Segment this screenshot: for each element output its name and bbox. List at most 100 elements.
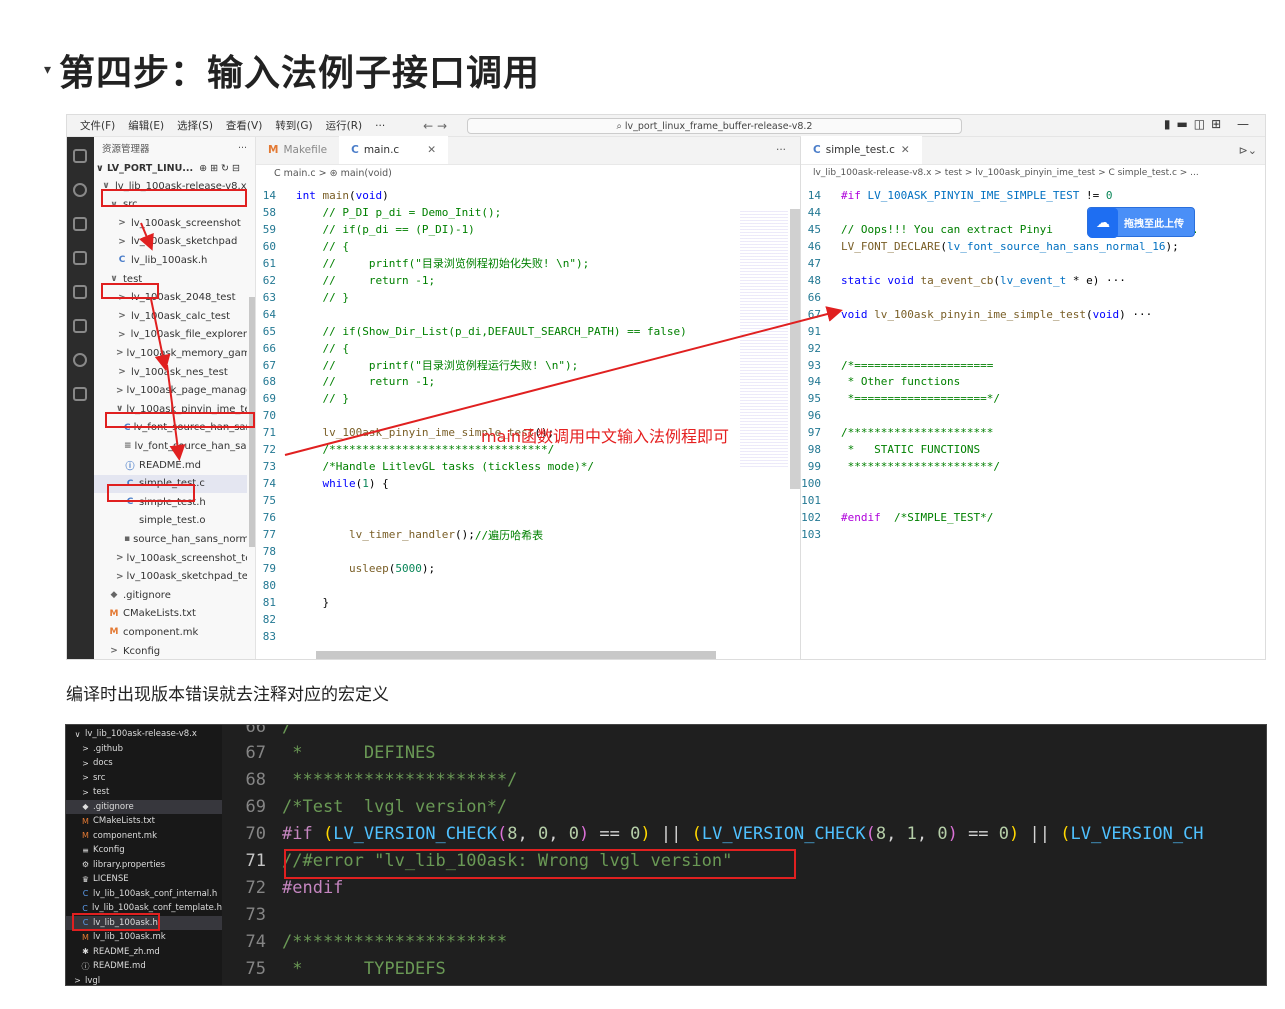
code-token: ( bbox=[865, 824, 876, 845]
code-token: *********************/ bbox=[282, 770, 518, 791]
file-type-icon: M bbox=[82, 816, 89, 826]
collapse-triangle-icon[interactable]: ▾ bbox=[44, 62, 51, 78]
code-token: ) bbox=[640, 824, 651, 845]
code-token: ) bbox=[947, 824, 958, 845]
code-token: || bbox=[650, 824, 692, 845]
file-type-icon: ⓘ bbox=[81, 961, 90, 971]
tree-item[interactable]: ✱ README_zh.md bbox=[66, 945, 222, 960]
code-token: 0 bbox=[537, 824, 549, 845]
file-type-icon: > bbox=[82, 744, 89, 754]
code-line[interactable]: 67 * DEFINES bbox=[222, 740, 436, 767]
code-token: 8 bbox=[507, 824, 518, 845]
code-token: 0 bbox=[937, 824, 948, 845]
code-token: , bbox=[548, 824, 569, 845]
code-token: , bbox=[517, 824, 538, 845]
tree-item-label: lv_lib_100ask-release-v8.x bbox=[85, 729, 197, 740]
code-token: ) bbox=[1009, 824, 1020, 845]
tree-item[interactable]: ⓘ README.md bbox=[66, 959, 222, 974]
highlight-header-file bbox=[72, 913, 160, 931]
line-number: 70 bbox=[245, 824, 266, 845]
tree-item[interactable]: ∨ lv_lib_100ask-release-v8.x bbox=[66, 727, 222, 742]
line-number: 66 bbox=[245, 724, 266, 737]
tree-item-label: README.md bbox=[93, 961, 146, 972]
tree-item-label: Kconfig bbox=[93, 845, 125, 856]
heading-text: 第四步：输入法例子接口调用 bbox=[59, 53, 541, 94]
file-type-icon: ≡ bbox=[82, 845, 89, 855]
tree-item[interactable]: ◆ .gitignore bbox=[66, 799, 222, 814]
tree-item[interactable]: ♛ LICENSE bbox=[66, 872, 222, 887]
annotation-arrows bbox=[139, 222, 843, 461]
tree-item-label: library.properties bbox=[93, 859, 166, 870]
code-token: ( bbox=[322, 824, 334, 845]
code-token: ( bbox=[691, 824, 702, 845]
code-line[interactable]: 75 * TYPEDEFS bbox=[222, 955, 446, 982]
line-number: 72 bbox=[245, 877, 266, 898]
tree-item-label: docs bbox=[93, 758, 113, 769]
highlight-error-line bbox=[284, 849, 796, 879]
code-token: , bbox=[916, 824, 938, 845]
tree-item[interactable]: > .github bbox=[66, 742, 222, 757]
code-token: == bbox=[589, 824, 631, 845]
tree-item-label: test bbox=[93, 787, 110, 798]
code-token: #endif bbox=[282, 877, 344, 898]
code-token: , bbox=[886, 824, 907, 845]
file-type-icon: ◆ bbox=[82, 802, 89, 812]
tree-item[interactable]: > lvgl bbox=[66, 974, 222, 985]
tree-item[interactable]: M CMakeLists.txt bbox=[66, 814, 222, 829]
tree-item[interactable]: > test bbox=[66, 785, 222, 800]
code-token: 0 bbox=[630, 824, 641, 845]
code-token: LV_VERSION_CHECK bbox=[701, 824, 866, 845]
line-number: 69 bbox=[245, 797, 266, 818]
code-line[interactable]: 70 #if (LV_VERSION_CHECK(8, 0, 0) == 0) |… bbox=[222, 821, 1204, 848]
code-line[interactable]: 73 bbox=[222, 901, 282, 928]
file-type-icon: > bbox=[82, 773, 89, 783]
code-token: #if bbox=[282, 824, 323, 845]
line-number: 74 bbox=[245, 931, 266, 952]
file-tree-dark: ∨ lv_lib_100ask-release-v8.x > .github > docs… bbox=[66, 725, 222, 985]
line-number: 75 bbox=[245, 958, 266, 979]
code-token: 0 bbox=[998, 824, 1010, 845]
annotation-text: main函数调用中文输入法例程即可 bbox=[481, 427, 729, 446]
file-type-icon: > bbox=[82, 758, 89, 768]
code-token: 8 bbox=[875, 824, 887, 845]
line-number: 67 bbox=[245, 743, 266, 764]
section-heading: ▾ 第四步：输入法例子接口调用 bbox=[44, 40, 540, 100]
file-type-icon: ✱ bbox=[82, 947, 89, 957]
tree-item[interactable]: Mlv_lib_100ask.mk bbox=[66, 930, 222, 945]
caption-text: 编译时出现版本错误就去注释对应的宏定义 bbox=[66, 685, 389, 705]
tree-item-label: .github bbox=[93, 743, 123, 754]
file-type-icon: M bbox=[82, 932, 89, 942]
code-token: ( bbox=[1060, 824, 1071, 845]
code-token: ( bbox=[496, 824, 508, 845]
code-token: LV_VERSION_CH bbox=[1070, 824, 1204, 845]
code-token: /********************* bbox=[282, 931, 508, 952]
file-type-icon: C bbox=[82, 903, 88, 913]
tree-item[interactable]: Clv_lib_100ask_conf_internal.h bbox=[66, 887, 222, 902]
code-token: * TYPEDEFS bbox=[282, 958, 446, 979]
tree-item-label: src bbox=[93, 772, 106, 783]
file-type-icon: ⚙ bbox=[81, 860, 90, 870]
tree-item[interactable]: ⚙ library.properties bbox=[66, 858, 222, 873]
tree-item-label: lv_lib_100ask.mk bbox=[93, 932, 166, 943]
code-token: LV_VERSION_CHECK bbox=[333, 824, 497, 845]
tree-item-label: component.mk bbox=[93, 830, 157, 841]
code-token: 0 bbox=[568, 824, 579, 845]
vscode-screenshot-1: 文件(F) 编辑(E) 选择(S) 查看(V) 转到(G) 运行(R) ··· ← → ⌕ lv… bbox=[66, 114, 1266, 660]
code-line[interactable]: 68 *********************/ bbox=[222, 767, 518, 794]
file-type-icon: ∨ bbox=[74, 729, 81, 739]
file-type-icon: M bbox=[82, 831, 89, 841]
file-type-icon: > bbox=[82, 787, 89, 797]
code-token: 1 bbox=[906, 824, 917, 845]
tree-item[interactable]: ≡ Kconfig bbox=[66, 843, 222, 858]
code-line[interactable]: 66 / bbox=[222, 724, 293, 740]
tree-item-label: CMakeLists.txt bbox=[93, 816, 156, 827]
code-line[interactable]: 69 /*Test lvgl version*/ bbox=[222, 794, 508, 821]
tree-item[interactable]: > src bbox=[66, 771, 222, 786]
tree-item-label: lv_lib_100ask_conf_internal.h bbox=[93, 888, 218, 899]
code-line[interactable]: 74 /********************* bbox=[222, 928, 508, 955]
code-token: || bbox=[1019, 824, 1061, 845]
tree-item[interactable]: Mcomponent.mk bbox=[66, 829, 222, 844]
file-type-icon: ♛ bbox=[81, 874, 90, 884]
tree-item[interactable]: > docs bbox=[66, 756, 222, 771]
tree-item-label: LICENSE bbox=[93, 874, 129, 885]
